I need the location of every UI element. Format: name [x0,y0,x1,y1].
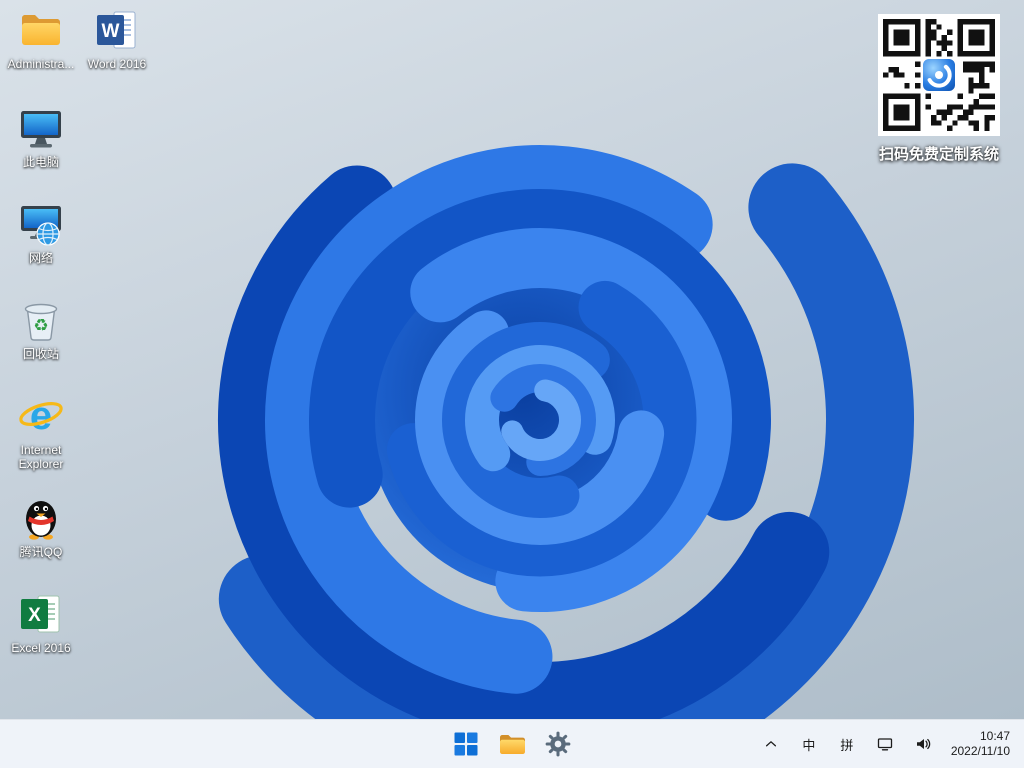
desktop-icon-network[interactable]: 网络 [2,200,80,265]
clock-time: 10:47 [979,729,1010,743]
network-tray-icon [877,738,892,751]
volume-button[interactable] [905,724,941,764]
desktop-icon-label: Word 2016 [87,57,147,71]
desktop-icon-label: 回收站 [22,347,59,361]
recycle-bin-icon: ♻ [17,296,65,344]
taskbar: 中 拼 10:47 2022/11/10 [0,719,1024,768]
ime-language-indicator[interactable]: 中 [791,724,827,764]
internet-explorer-icon: e [17,392,65,440]
excel-icon: X [17,590,65,638]
svg-text:♻: ♻ [33,316,48,336]
desktop: Administra... W Word 2016 此电脑 网络 ♻ 回收站 e… [0,0,1024,720]
svg-text:X: X [28,605,41,626]
clock-date: 2022/11/10 [950,744,1010,758]
volume-icon [916,738,931,750]
network-tray-button[interactable] [867,724,903,764]
desktop-icon-this-pc[interactable]: 此电脑 [2,104,80,169]
desktop-icon-internet-explorer[interactable]: e Internet Explorer [2,392,80,471]
word-icon: W [93,6,141,54]
qr-code-block: 扫码免费定制系统 [864,14,1014,164]
desktop-icon-word[interactable]: W Word 2016 [78,6,156,71]
desktop-icon-label: 腾讯QQ [19,545,63,559]
hidden-icons-chevron[interactable] [753,724,789,764]
folder-icon [17,6,65,54]
browser-logo-icon [921,57,957,93]
desktop-icon-qq[interactable]: 腾讯QQ [2,494,80,559]
desktop-icon-excel[interactable]: X Excel 2016 [2,590,80,655]
svg-text:W: W [102,21,120,42]
taskbar-clock[interactable]: 10:47 2022/11/10 [943,724,1018,764]
desktop-icon-label: Internet Explorer [18,443,64,471]
desktop-icon-label: 此电脑 [22,155,59,169]
chevron-up-icon [765,741,776,747]
file-explorer-button[interactable] [492,724,532,764]
ime-mode-indicator[interactable]: 拼 [829,724,865,764]
settings-gear-icon [545,731,571,757]
desktop-icon-recycle-bin[interactable]: ♻ 回收站 [2,296,80,361]
settings-button[interactable] [538,724,578,764]
desktop-icon-administrator[interactable]: Administra... [2,6,80,71]
network-icon [17,200,65,248]
desktop-icon-label: Excel 2016 [11,641,71,655]
tencent-qq-icon [17,494,65,542]
file-explorer-icon [500,735,525,754]
qr-code [878,14,1000,136]
start-button[interactable] [446,724,486,764]
qr-caption: 扫码免费定制系统 [878,146,999,163]
svg-text:e: e [30,394,52,438]
desktop-icon-label: 网络 [28,251,53,265]
start-icon [454,732,478,756]
system-tray: 中 拼 10:47 2022/11/10 [753,720,1018,768]
desktop-icon-label: Administra... [7,57,75,71]
this-pc-icon [17,104,65,152]
taskbar-center-buttons [446,720,578,768]
